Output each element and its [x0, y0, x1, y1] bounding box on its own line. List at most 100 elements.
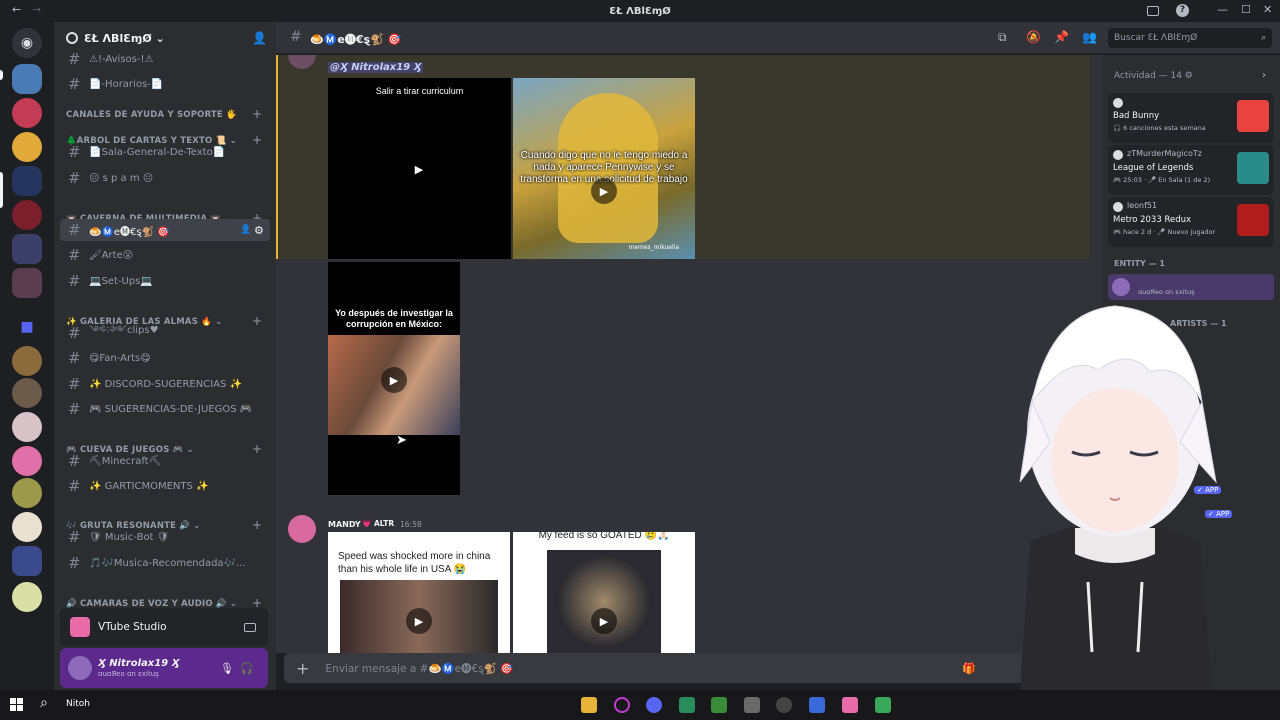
channel-item[interactable]: # 🍮Ⓜ️e🅜€ȿ🐒 🎯 👤 ⚙ — [60, 219, 270, 241]
server-icon-current[interactable] — [12, 166, 42, 196]
server-icon[interactable] — [12, 446, 42, 476]
app-taskbar-icon[interactable] — [875, 697, 891, 713]
taskbar-search-text[interactable]: Nitoh — [66, 699, 90, 709]
discord-home-icon[interactable]: ◉ — [12, 28, 42, 58]
channel-hash-icon: # — [68, 246, 81, 264]
microphone-icon[interactable]: 🎙 — [220, 662, 234, 675]
server-icon[interactable] — [12, 132, 42, 162]
add-channel-icon[interactable]: + — [252, 107, 262, 121]
channel-item[interactable]: # 💻Set-Ups💻 — [60, 270, 270, 292]
activity-subtitle: 🎧 6 canciones esta semana — [1113, 124, 1206, 132]
play-icon[interactable]: ▶ — [381, 367, 407, 393]
pin-icon[interactable]: 📌 — [1054, 30, 1069, 44]
video-attachment[interactable]: My feed is so GOATED 🥲🙏🏻 ▶ — [513, 532, 695, 653]
vtube-studio-activity[interactable]: VTube Studio — [60, 608, 268, 646]
channel-item[interactable]: # 📄Sala-General-De-Texto📄 — [60, 141, 270, 163]
channel-settings-icon[interactable]: ⚙ — [254, 224, 264, 237]
server-icon[interactable] — [12, 412, 42, 442]
channel-item[interactable]: # 😐 s p a m 😐 — [60, 167, 270, 189]
chevron-right-icon[interactable]: › — [1262, 70, 1266, 81]
channel-hash-icon: # — [68, 221, 81, 239]
server-badge-icon — [66, 32, 78, 44]
channel-item[interactable]: # 📄-Horarios-📄 — [60, 73, 270, 95]
windows-start-icon[interactable] — [10, 698, 23, 711]
mute-bell-icon[interactable]: 🔕 — [1026, 30, 1041, 44]
search-input[interactable]: Buscar ƐŁ ΛBlƐɱØ ⌕ — [1108, 28, 1272, 48]
message-mention[interactable]: @Ӽ Nitrolax19 Ӽ — [328, 62, 424, 73]
play-icon[interactable]: ▶ — [406, 156, 432, 182]
close-icon[interactable]: ✕ — [1263, 3, 1272, 16]
discord-taskbar-icon[interactable] — [646, 697, 662, 713]
channel-item[interactable]: # ✨ DISCORD-SUGERENCIAS ✨ — [60, 373, 270, 395]
server-icon[interactable] — [12, 582, 42, 612]
message-composer[interactable]: + Enviar mensaje a #🍮Ⓜ️e🅜€ȿ🐒 🎯 🎁 — [284, 653, 1090, 683]
add-member-icon[interactable]: 👤 — [252, 31, 267, 45]
video-attachment[interactable]: Cuando digo que no le tengo miedo a nada… — [513, 78, 695, 259]
vtube-studio-taskbar-icon[interactable] — [842, 697, 858, 713]
server-icon[interactable] — [12, 98, 42, 128]
opera-icon[interactable] — [614, 697, 630, 713]
channel-item[interactable]: # ⚠!-Avisos-!⚠ — [60, 48, 270, 70]
channel-sidebar: ƐŁ ΛBlƐɱØ ⌄ 👤 # ⚠!-Avisos-!⚠ # 📄-Horarios-📄… — [54, 22, 305, 690]
channel-item[interactable]: # ༺༶༻clips♥ — [60, 322, 270, 344]
activity-title: League of Legends — [1113, 163, 1194, 173]
folder-icon[interactable]: ■ — [12, 312, 42, 342]
video-attachment[interactable]: Yo después de investigar la corrupción e… — [328, 262, 460, 495]
video-attachment[interactable]: Speed was shocked more in china than his… — [328, 532, 510, 653]
channel-item[interactable]: # 🎵🎶Musica-Recomendada🎶... — [60, 552, 270, 574]
invite-icon[interactable]: 👤 — [240, 225, 251, 235]
app-taskbar-icon[interactable] — [744, 697, 760, 713]
channel-item[interactable]: # 🎮 SUGERENCIAS-DE-JUEGOS 🎮 — [60, 398, 270, 420]
avatar — [1113, 202, 1123, 212]
gift-icon[interactable]: 🎁 — [962, 662, 976, 675]
file-explorer-icon[interactable] — [581, 697, 597, 713]
server-folder-icon[interactable] — [12, 268, 42, 298]
forward-icon[interactable]: → — [32, 3, 41, 16]
app-taskbar-icon[interactable] — [809, 697, 825, 713]
search-icon[interactable]: ⌕ — [40, 695, 48, 711]
activity-card[interactable]: Bad Bunny 🎧 6 canciones esta semana — [1108, 93, 1274, 143]
server-icon[interactable] — [12, 478, 42, 508]
channel-category[interactable]: CANALES DE AYUDA Y SOPORTE 🖐 — [66, 110, 237, 120]
channel-item[interactable]: # 😋Fan-Arts😋 — [60, 347, 270, 369]
screen-share-icon[interactable] — [244, 622, 256, 632]
channel-label: 🛡 Music-Bot 🛡 — [89, 531, 170, 543]
app-taskbar-icon[interactable] — [679, 697, 695, 713]
avatar[interactable] — [288, 515, 316, 543]
channel-item[interactable]: # 🖌Arte😮 — [60, 244, 270, 266]
channel-item[interactable]: # ✨ GARTICMOMENTS ✨ — [60, 475, 270, 497]
headphones-icon[interactable]: 🎧 — [240, 662, 254, 675]
server-icon[interactable] — [12, 200, 42, 230]
play-icon[interactable]: ▶ — [591, 608, 617, 634]
server-folder-icon[interactable] — [12, 546, 42, 576]
minimize-icon[interactable]: — — [1217, 3, 1228, 16]
back-icon[interactable]: ← — [12, 3, 21, 16]
activity-card[interactable]: leonf51 Metro 2033 Redux 🎮 hace 2 d · 🎤 … — [1108, 197, 1274, 247]
message-author[interactable]: MANDY — [328, 520, 361, 529]
avatar[interactable] — [68, 656, 92, 680]
channel-hash-icon: # — [68, 528, 81, 546]
play-icon[interactable]: ▶ — [406, 608, 432, 634]
channel-label: 💻Set-Ups💻 — [89, 275, 153, 287]
server-icon[interactable] — [12, 346, 42, 376]
activity-subtitle: 🎮 25:03 · 🎤 En Sala (1 de 2) — [1113, 176, 1211, 184]
video-attachment[interactable]: Salir a tirar curriculum ▶ — [328, 78, 511, 259]
message-input[interactable]: Enviar mensaje a #🍮Ⓜ️e🅜€ȿ🐒 🎯 — [325, 661, 513, 676]
maximize-icon[interactable]: ☐ — [1241, 3, 1251, 16]
play-icon[interactable]: ▶ — [591, 178, 617, 204]
minecraft-icon[interactable] — [711, 697, 727, 713]
inbox-icon[interactable] — [1147, 6, 1159, 16]
channel-label: 🎮 SUGERENCIAS-DE-JUEGOS 🎮 — [89, 403, 253, 415]
server-icon[interactable] — [12, 512, 42, 542]
channel-item[interactable]: # ⛏Minecraft⛏ — [60, 450, 270, 472]
obs-icon[interactable] — [776, 697, 792, 713]
server-icon[interactable] — [12, 378, 42, 408]
activity-card[interactable]: zTMurderMagicoTz League of Legends 🎮 25:… — [1108, 145, 1274, 195]
channel-item[interactable]: # 🛡 Music-Bot 🛡 — [60, 526, 270, 548]
help-icon[interactable]: ? — [1176, 4, 1189, 17]
server-folder-icon[interactable] — [12, 234, 42, 264]
server-icon[interactable] — [12, 64, 42, 94]
member-list-icon[interactable]: 👥 — [1082, 30, 1097, 44]
add-attachment-icon[interactable]: + — [296, 659, 309, 678]
threads-icon[interactable]: ⧉ — [998, 30, 1007, 45]
